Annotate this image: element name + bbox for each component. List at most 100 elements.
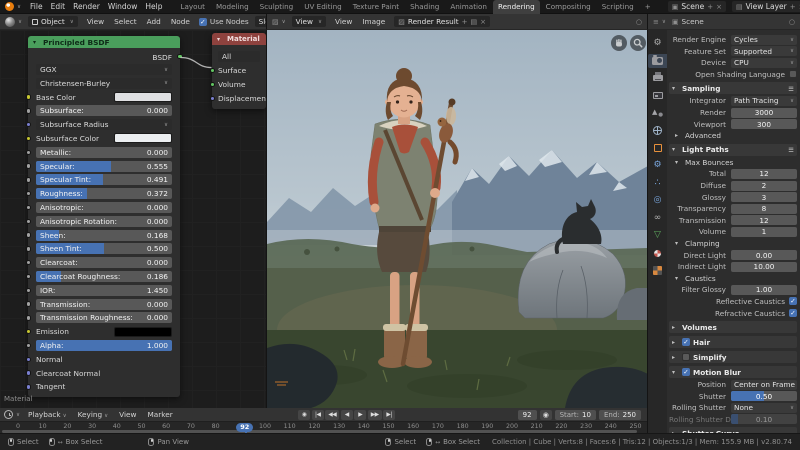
output-target-dropdown[interactable]: All: [218, 51, 260, 62]
properties-tab-view-layer[interactable]: [648, 89, 667, 103]
auto-keying-toggle[interactable]: ◉: [540, 410, 552, 420]
bsdf-row-subsurface-radius[interactable]: Subsurface Radius∨: [36, 119, 172, 130]
bsdf-row-subsurface[interactable]: Subsurface:0.000: [36, 105, 172, 116]
bsdf-output-socket[interactable]: [177, 54, 183, 60]
field-diffuse[interactable]: 2: [731, 181, 797, 191]
workspace-tab-compositing[interactable]: Compositing: [541, 0, 596, 14]
play-reverse-button[interactable]: ◀: [341, 410, 353, 420]
timeline-menu-marker[interactable]: Marker: [145, 410, 176, 419]
input-socket-roughness[interactable]: [26, 191, 32, 197]
scene-selector[interactable]: ▣ Scene + ×: [668, 1, 726, 12]
panel-header-simplify[interactable]: ▸Simplify: [669, 351, 797, 363]
bsdf-row-ior[interactable]: IOR:1.450: [36, 285, 172, 296]
input-socket-normal[interactable]: [26, 357, 32, 363]
input-socket-subsurface-radius[interactable]: [26, 122, 32, 128]
slider-anisotropic[interactable]: Anisotropic:0.000: [36, 202, 172, 213]
principled-bsdf-node[interactable]: ▾ Principled BSDF BSDF GGX∨Christensen-B…: [28, 36, 180, 397]
dropdown-ggx[interactable]: GGX∨: [36, 64, 172, 75]
slider-shutter[interactable]: 0.50: [731, 391, 797, 401]
output-input-displacement[interactable]: Displacement: [218, 93, 260, 104]
view-layer-selector[interactable]: ▤ View Layer + ×: [732, 1, 800, 12]
properties-tab-modifiers[interactable]: ⚙: [648, 159, 667, 173]
input-socket-specular-tint[interactable]: [26, 177, 32, 183]
timeline-menu-playback[interactable]: Playback∨: [25, 410, 70, 419]
play-button[interactable]: ▶: [354, 410, 366, 420]
slider-ior[interactable]: IOR:1.450: [36, 285, 172, 296]
checkbox-reflective-caustics[interactable]: ✓: [789, 297, 797, 305]
field-viewport[interactable]: 300: [731, 119, 797, 129]
properties-tab-physics[interactable]: ◎: [648, 194, 667, 208]
slider-alpha[interactable]: Alpha:1.000: [36, 340, 172, 351]
slot-dropdown[interactable]: Slot 1 ∨: [255, 16, 267, 27]
presets-icon-light-paths[interactable]: ≡: [788, 145, 794, 154]
jump-to-start-button[interactable]: |◀: [312, 410, 324, 420]
bsdf-row-specular[interactable]: Specular:0.555: [36, 161, 172, 172]
timeline-ruler[interactable]: 0102030405060708010011012013014015016017…: [0, 421, 647, 433]
input-socket-subsurface[interactable]: [26, 108, 32, 114]
end-frame-field[interactable]: End:250: [599, 410, 641, 420]
slider-sheen[interactable]: Sheen:0.168: [36, 230, 172, 241]
slider-metallic[interactable]: Metallic:0.000: [36, 147, 172, 158]
slider-subsurface[interactable]: Subsurface:0.000: [36, 105, 172, 116]
input-socket-clearcoat-roughness[interactable]: [26, 274, 32, 280]
input-socket-surface[interactable]: [210, 68, 216, 74]
bsdf-row-christensen-burley[interactable]: Christensen-Burley∨: [36, 78, 172, 89]
timeline-menu-view[interactable]: View: [116, 410, 139, 419]
field-direct-light[interactable]: 0.00: [731, 250, 797, 260]
dropdown-render-engine[interactable]: Cycles∨: [731, 35, 797, 45]
shader-menu-add[interactable]: Add: [144, 17, 164, 26]
subpanel-advanced[interactable]: ▸Advanced: [669, 131, 797, 141]
bsdf-row-alpha[interactable]: Alpha:1.000: [36, 340, 172, 351]
menu-edit[interactable]: Edit: [48, 2, 69, 11]
shader-menu-node[interactable]: Node: [168, 17, 193, 26]
bsdf-row-clearcoat-normal[interactable]: Clearcoat Normal: [36, 368, 172, 379]
properties-tab-particles[interactable]: ∴: [648, 176, 667, 190]
input-socket-base-color[interactable]: [26, 94, 32, 100]
bsdf-row-normal[interactable]: Normal: [36, 354, 172, 365]
dropdown-device[interactable]: CPU∨: [731, 58, 797, 68]
slider-rolling-shutter-dur[interactable]: 0.10: [731, 414, 797, 424]
input-socket-tangent[interactable]: [26, 384, 32, 390]
slider-transmission[interactable]: Transmission:0.000: [36, 299, 172, 310]
bsdf-row-clearcoat[interactable]: Clearcoat:0.000: [36, 257, 172, 268]
jump-to-end-button[interactable]: ▶|: [383, 410, 395, 420]
add-workspace-button[interactable]: +: [640, 0, 656, 14]
slider-clearcoat[interactable]: Clearcoat:0.000: [36, 257, 172, 268]
properties-tab-world[interactable]: [648, 124, 667, 138]
pan-view-gizmo[interactable]: [611, 35, 627, 51]
input-socket-specular[interactable]: [26, 163, 32, 169]
current-frame-field[interactable]: 92: [518, 410, 537, 420]
material-output-node-header[interactable]: ▾ Material Out: [212, 33, 266, 45]
checkbox-simplify[interactable]: [682, 353, 690, 361]
slider-sheen-tint[interactable]: Sheen Tint:0.500: [36, 243, 172, 254]
workspace-tab-sculpting[interactable]: Sculpting: [255, 0, 299, 14]
input-socket-sheen[interactable]: [26, 232, 32, 238]
dropdown-feature-set[interactable]: Supported∨: [731, 46, 797, 56]
field-glossy[interactable]: 3: [731, 192, 797, 202]
slider-anisotropic-rotation[interactable]: Anisotropic Rotation:0.000: [36, 216, 172, 227]
image-datablock[interactable]: ▨ Render Result + ▤ ×: [394, 16, 490, 27]
subpanel-max-bounces[interactable]: ▾Max Bounces: [669, 157, 797, 167]
workspace-tab-texture-paint[interactable]: Texture Paint: [348, 0, 404, 14]
bsdf-row-transmission[interactable]: Transmission:0.000: [36, 299, 172, 310]
properties-tab-object-data[interactable]: ▽: [648, 229, 667, 243]
properties-tab-render[interactable]: [648, 54, 667, 68]
slider-clearcoat-roughness[interactable]: Clearcoat Roughness:0.186: [36, 271, 172, 282]
subpanel-caustics[interactable]: ▾Caustics: [669, 273, 797, 283]
input-socket-transmission[interactable]: [26, 301, 32, 307]
properties-tab-output[interactable]: [648, 71, 667, 85]
menu-render[interactable]: Render: [70, 2, 103, 11]
menu-file[interactable]: File: [27, 2, 46, 11]
output-target-row[interactable]: All: [218, 51, 260, 62]
open-image-icon[interactable]: ▤: [471, 18, 478, 26]
start-frame-field[interactable]: Start:10: [555, 410, 596, 420]
image-mode-dropdown[interactable]: View ∨: [292, 16, 326, 27]
workspace-tab-uv-editing[interactable]: UV Editing: [299, 0, 347, 14]
output-input-surface[interactable]: Surface: [218, 65, 260, 76]
image-menu-view[interactable]: View: [332, 17, 355, 26]
input-socket-displacement[interactable]: [210, 96, 216, 102]
output-input-volume[interactable]: Volume: [218, 79, 260, 90]
input-socket-metallic[interactable]: [26, 150, 32, 156]
bsdf-row-sheen[interactable]: Sheen:0.168: [36, 230, 172, 241]
pin-properties-icon[interactable]: ○: [789, 18, 795, 26]
